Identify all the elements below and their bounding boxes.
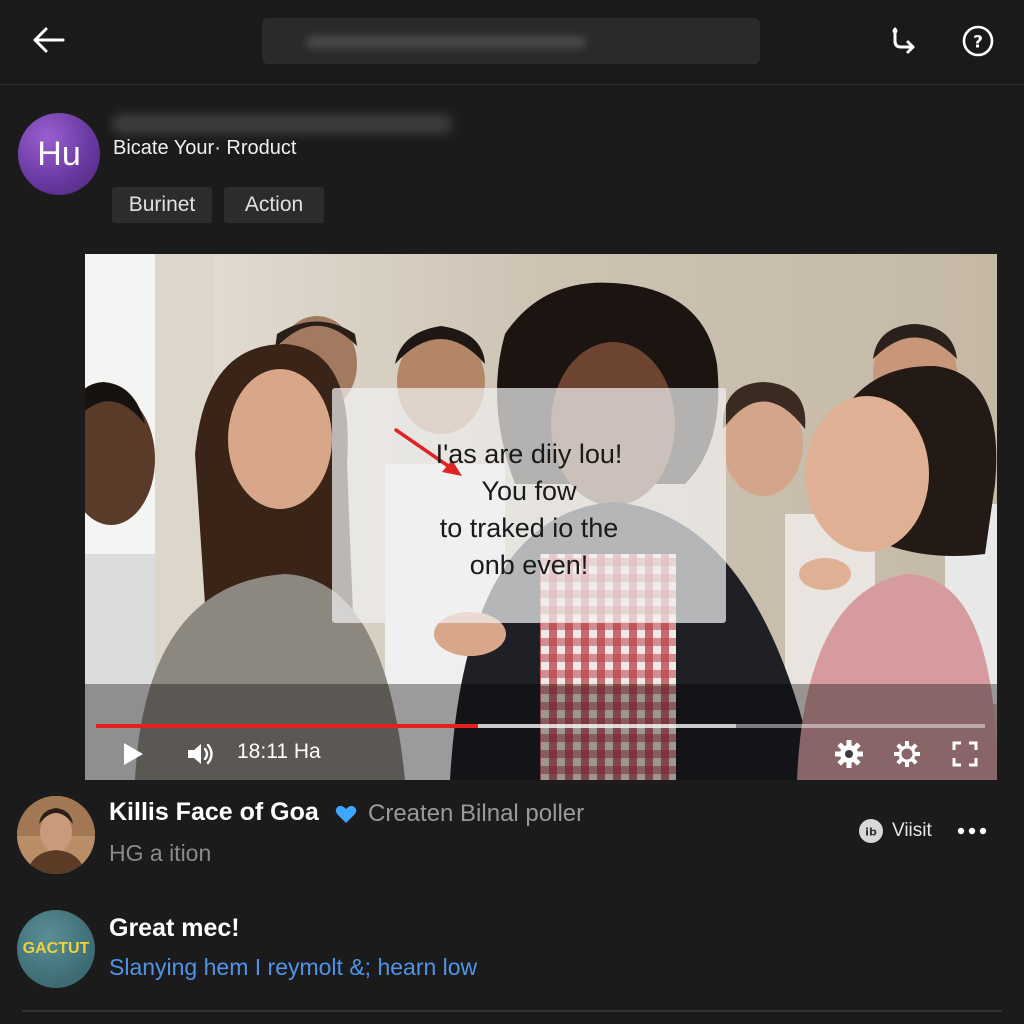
play-button[interactable] [115, 736, 151, 772]
volume-button[interactable] [181, 736, 221, 772]
gear-icon [894, 741, 920, 767]
video-player[interactable]: I'as are diiy lou! You fow to traked io … [85, 254, 997, 780]
visit-label: Viisit [892, 820, 932, 841]
caption-text: I'as are diiy lou! You fow to traked io … [332, 436, 726, 584]
comment-link-text[interactable]: Slanying hem I reymolt &; hearn low [109, 954, 477, 981]
chip-burinet[interactable]: Burinet [112, 187, 212, 223]
gear-button[interactable] [889, 736, 925, 772]
comment-avatar[interactable]: GACTUT [17, 910, 95, 988]
play-icon [124, 743, 143, 765]
fullscreen-icon [952, 741, 978, 767]
caption-line: to traked io the [439, 513, 619, 543]
chip-action[interactable]: Action [224, 187, 324, 223]
volume-icon [188, 743, 213, 765]
comment-author: Great mec! [109, 914, 240, 942]
back-button[interactable] [22, 20, 74, 60]
svg-text:?: ? [973, 33, 983, 53]
time-label: 18:11 Ha [237, 740, 321, 763]
share-button[interactable] [878, 18, 928, 64]
more-options-button[interactable] [952, 816, 992, 846]
more-horizontal-icon [957, 827, 987, 835]
caption-overlay: I'as are diiy lou! You fow to traked io … [332, 388, 726, 623]
caption-line: I'as are diiy lou! [435, 439, 623, 469]
progress-bar[interactable] [96, 724, 985, 728]
post-subtitle: HG a ition [109, 840, 212, 866]
help-button[interactable]: ? [954, 18, 1002, 64]
settings-icon [835, 740, 863, 768]
visit-button[interactable]: ib Viisit [858, 816, 932, 846]
caption-line: onb even! [469, 550, 589, 580]
avatar-photo [17, 796, 95, 874]
share-icon [892, 27, 915, 54]
arrow-left-icon [33, 27, 65, 53]
caption-line: You fow [481, 476, 577, 506]
address-bar[interactable] [262, 18, 760, 64]
help-circle-icon: ? [962, 25, 994, 57]
fullscreen-button[interactable] [947, 736, 983, 772]
visit-icon: ib [859, 819, 883, 843]
blurred-url-text [306, 36, 586, 48]
blurred-channel-name [112, 114, 452, 134]
svg-text:ib: ib [865, 826, 877, 839]
settings-button[interactable] [831, 736, 867, 772]
post-title[interactable]: Killis Face of Goa [109, 798, 319, 827]
comment-avatar-text: GACTUT [22, 940, 90, 957]
post-channel-name[interactable]: Createn Bilnal poller [368, 800, 584, 828]
progress-fill [96, 724, 479, 728]
divider [22, 1010, 1002, 1012]
verified-heart-icon [335, 805, 357, 823]
post-author-avatar[interactable] [17, 796, 95, 874]
channel-avatar[interactable]: Hu [18, 113, 100, 195]
channel-avatar-text: Hu [37, 134, 81, 173]
channel-subtitle: Bicate Your· Rroduct [113, 137, 297, 159]
